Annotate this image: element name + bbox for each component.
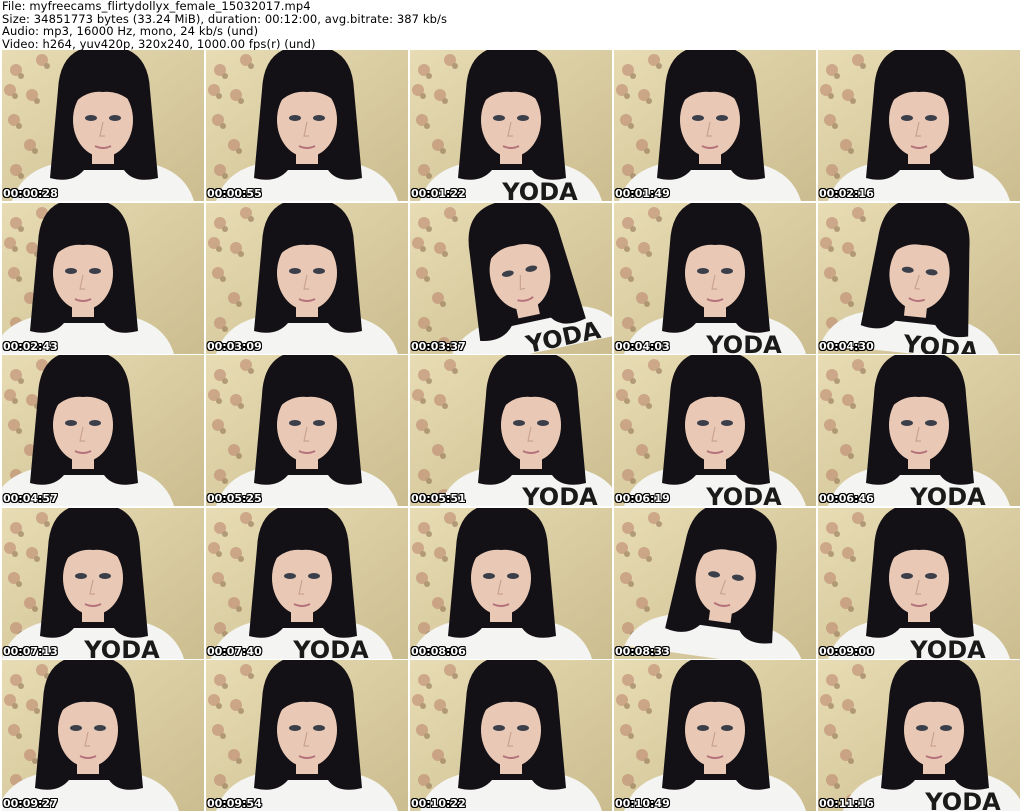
frame-image: YODA bbox=[614, 355, 816, 506]
timestamp-label: 00:07:13 bbox=[3, 645, 58, 658]
video-thumbnail: 00:04:57 bbox=[2, 355, 204, 506]
video-thumbnail: YODA 00:04:03 bbox=[614, 203, 816, 354]
shirt-print-text: YODA bbox=[521, 483, 598, 506]
video-thumbnail: YODA 00:06:19 bbox=[614, 355, 816, 506]
video-thumbnail: 00:10:49 bbox=[614, 660, 816, 811]
video-thumbnail: YODA 00:07:13 bbox=[2, 508, 204, 659]
video-thumbnail: YODA 00:07:40 bbox=[206, 508, 408, 659]
frame-image bbox=[206, 660, 408, 811]
frame-image bbox=[410, 660, 612, 811]
shirt-print-text: YODA bbox=[83, 636, 160, 659]
frame-image bbox=[206, 355, 408, 506]
timestamp-label: 00:05:51 bbox=[411, 492, 466, 505]
frame-image bbox=[818, 50, 1020, 201]
video-thumbnail: 00:08:33 bbox=[614, 508, 816, 659]
timestamp-label: 00:09:00 bbox=[819, 645, 874, 658]
timestamp-label: 00:06:46 bbox=[819, 492, 874, 505]
video-thumbnail: 00:10:22 bbox=[410, 660, 612, 811]
video-thumbnail: 00:03:09 bbox=[206, 203, 408, 354]
video-thumbnail: YODA 00:09:00 bbox=[818, 508, 1020, 659]
shirt-print-text: YODA bbox=[705, 483, 782, 506]
shirt-print-text: YODA bbox=[909, 483, 986, 506]
video-thumbnail: YODA 00:03:37 bbox=[410, 203, 612, 354]
video-thumbnail: YODA 00:11:16 bbox=[818, 660, 1020, 811]
frame-image bbox=[206, 50, 408, 201]
thumbnail-grid: 00:00:28 00:00:55 YODA 00:01:22 00:01:49 00:0… bbox=[2, 50, 1024, 811]
frame-image: YODA bbox=[206, 508, 408, 659]
frame-image: YODA bbox=[410, 50, 612, 201]
frame-image bbox=[2, 355, 204, 506]
video-thumbnail: YODA 00:06:46 bbox=[818, 355, 1020, 506]
timestamp-label: 00:07:40 bbox=[207, 645, 262, 658]
timestamp-label: 00:03:09 bbox=[207, 340, 262, 353]
audio-info-line: Audio: mp3, 16000 Hz, mono, 24 kb/s (und… bbox=[2, 24, 259, 38]
timestamp-label: 00:03:37 bbox=[411, 340, 466, 353]
frame-image bbox=[2, 203, 204, 354]
frame-image bbox=[2, 660, 204, 811]
shirt-print-text: YODA bbox=[292, 636, 369, 659]
frame-image: YODA bbox=[818, 508, 1020, 659]
video-thumbnail: 00:00:55 bbox=[206, 50, 408, 201]
timestamp-label: 00:02:43 bbox=[3, 340, 58, 353]
timestamp-label: 00:09:54 bbox=[207, 797, 262, 810]
shirt-print-text: YODA bbox=[705, 331, 782, 354]
frame-image: YODA bbox=[410, 355, 612, 506]
timestamp-label: 00:10:49 bbox=[615, 797, 670, 810]
frame-image bbox=[614, 508, 816, 659]
video-thumbnail: YODA 00:04:30 bbox=[818, 203, 1020, 354]
video-thumbnail: 00:09:27 bbox=[2, 660, 204, 811]
video-thumbnail: 00:01:49 bbox=[614, 50, 816, 201]
timestamp-label: 00:10:22 bbox=[411, 797, 466, 810]
video-thumbnail: YODA 00:01:22 bbox=[410, 50, 612, 201]
frame-image bbox=[410, 508, 612, 659]
shirt-print-text: YODA bbox=[924, 788, 1001, 811]
frame-image bbox=[206, 203, 408, 354]
timestamp-label: 00:04:30 bbox=[819, 340, 874, 353]
video-thumbnail: YODA 00:05:51 bbox=[410, 355, 612, 506]
timestamp-label: 00:00:55 bbox=[207, 187, 262, 200]
timestamp-label: 00:08:33 bbox=[615, 645, 670, 658]
video-thumbnail: 00:09:54 bbox=[206, 660, 408, 811]
frame-image: YODA bbox=[410, 203, 612, 354]
timestamp-label: 00:01:49 bbox=[615, 187, 670, 200]
timestamp-label: 00:00:28 bbox=[3, 187, 58, 200]
frame-image: YODA bbox=[2, 508, 204, 659]
timestamp-label: 00:11:16 bbox=[819, 797, 874, 810]
frame-image bbox=[2, 50, 204, 201]
video-thumbnail: 00:08:06 bbox=[410, 508, 612, 659]
file-info-header: File: myfreecams_flirtydollyx_female_150… bbox=[2, 0, 1022, 51]
video-thumbnail: 00:05:25 bbox=[206, 355, 408, 506]
shirt-print-text: YODA bbox=[909, 636, 986, 659]
video-thumbnail: 00:02:43 bbox=[2, 203, 204, 354]
timestamp-label: 00:04:57 bbox=[3, 492, 58, 505]
shirt-print-text: YODA bbox=[501, 178, 578, 201]
timestamp-label: 00:06:19 bbox=[615, 492, 670, 505]
timestamp-label: 00:05:25 bbox=[207, 492, 262, 505]
video-info-line: Video: h264, yuv420p, 320x240, 1000.00 f… bbox=[2, 36, 316, 51]
timestamp-label: 00:01:22 bbox=[411, 187, 466, 200]
video-thumbnail: 00:02:16 bbox=[818, 50, 1020, 201]
frame-image: YODA bbox=[818, 203, 1020, 354]
video-thumbnail: 00:00:28 bbox=[2, 50, 204, 201]
timestamp-label: 00:04:03 bbox=[615, 340, 670, 353]
frame-image: YODA bbox=[818, 355, 1020, 506]
frame-image: YODA bbox=[818, 660, 1020, 811]
frame-image: YODA bbox=[614, 203, 816, 354]
file-name-line: File: myfreecams_flirtydollyx_female_150… bbox=[2, 0, 311, 13]
timestamp-label: 00:09:27 bbox=[3, 797, 58, 810]
timestamp-label: 00:02:16 bbox=[819, 187, 874, 200]
frame-image bbox=[614, 50, 816, 201]
frame-image bbox=[614, 660, 816, 811]
timestamp-label: 00:08:06 bbox=[411, 645, 466, 658]
